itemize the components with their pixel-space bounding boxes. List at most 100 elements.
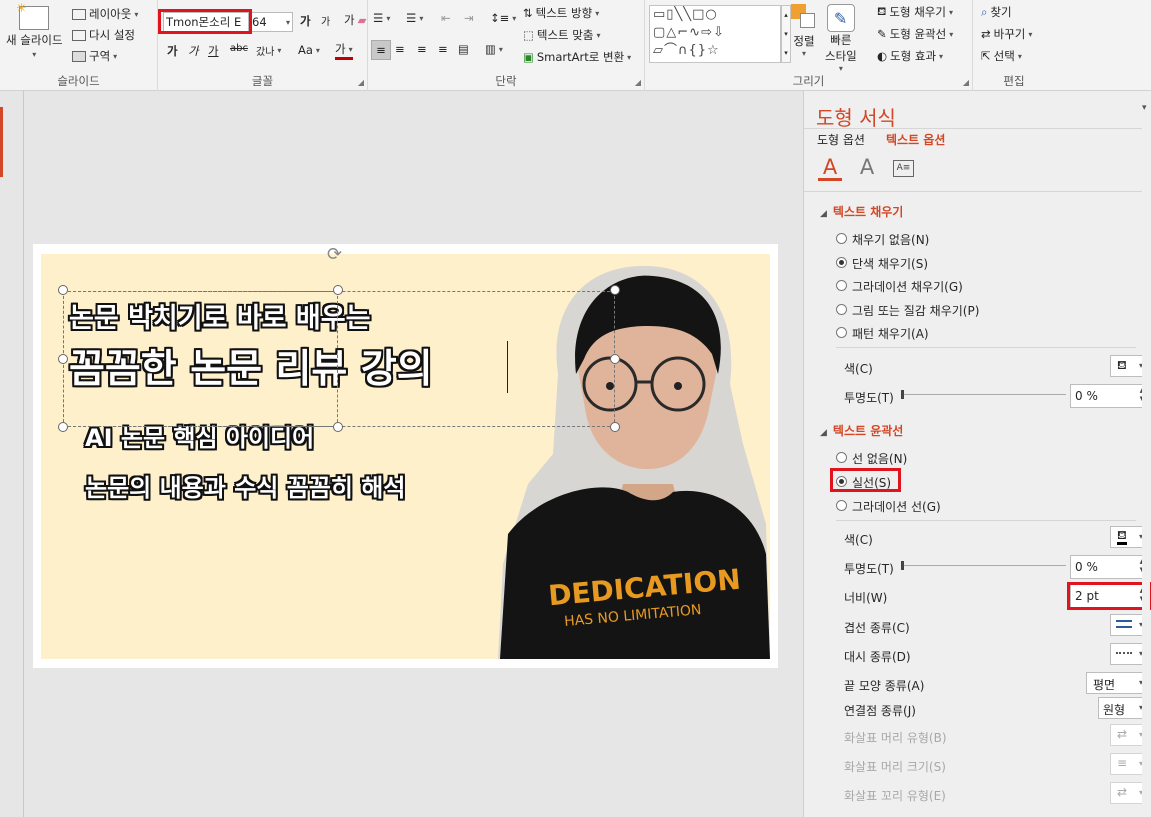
align-right-icon: ≡ bbox=[417, 42, 427, 56]
shapes-gallery[interactable]: ▭▯╲╲□○ ▢△⌐∿⇨⇩ ▱⌒∩{}☆ bbox=[649, 5, 781, 63]
quick-styles-button[interactable]: ✎ 빠른 스타일 ▾ bbox=[825, 4, 857, 73]
paint-bucket-icon: ⛾ bbox=[877, 4, 887, 18]
fill-option[interactable]: 패턴 채우기(A) bbox=[834, 325, 929, 342]
text-fill-header[interactable]: ◢ 텍스트 채우기 bbox=[820, 203, 903, 220]
editing-group: ⌕ 찾기 ⇄ 바꾸기 ▾ ⇱ 선택 ▾ 편집 bbox=[973, 0, 1055, 91]
text-outline-header[interactable]: ◢ 텍스트 윤곽선 bbox=[820, 422, 903, 439]
resize-handle[interactable] bbox=[58, 354, 68, 364]
shape-outline-button[interactable]: ✎ 도형 윤곽선 ▾ bbox=[877, 26, 953, 42]
change-case-button[interactable]: Aa ▾ bbox=[298, 43, 320, 57]
char-spacing-button[interactable]: 갔나 ▾ bbox=[256, 43, 281, 58]
font-color-button[interactable]: 가 ▾ bbox=[335, 41, 353, 60]
tab-text-options[interactable]: 텍스트 옵션 bbox=[886, 131, 945, 148]
replace-button[interactable]: ⇄ 바꾸기 ▾ bbox=[981, 26, 1032, 42]
pencil-icon: ⛾ bbox=[1117, 528, 1127, 545]
justify-button[interactable]: ≡ bbox=[438, 42, 448, 56]
find-button[interactable]: ⌕ 찾기 bbox=[981, 4, 1012, 20]
italic-button[interactable]: 가 bbox=[188, 43, 199, 59]
dialog-launcher-icon[interactable]: ◢ bbox=[358, 78, 364, 87]
columns-button[interactable]: ▥ ▾ bbox=[485, 42, 503, 56]
shrink-font-button[interactable]: 가 bbox=[321, 13, 330, 28]
strikethrough-button[interactable]: abc bbox=[230, 43, 248, 54]
slider-thumb[interactable] bbox=[901, 390, 904, 399]
pane-scrollbar[interactable] bbox=[1142, 128, 1150, 817]
fill-option[interactable]: 단색 채우기(S) bbox=[834, 255, 928, 272]
collapse-icon: ◢ bbox=[820, 209, 827, 219]
line-spacing-button[interactable]: ↕≡ ▾ bbox=[490, 11, 516, 25]
shape-effects-button[interactable]: ◐ 도형 효과 ▾ bbox=[877, 48, 943, 64]
arrange-button[interactable]: 정렬 ▾ bbox=[791, 4, 817, 58]
fill-option[interactable]: 채우기 없음(N) bbox=[834, 231, 929, 248]
arrow-icon: ⇄ bbox=[1117, 785, 1128, 799]
outline-option[interactable]: 선 없음(N) bbox=[834, 450, 907, 467]
font-size-box[interactable]: 64 ▾ bbox=[249, 12, 293, 32]
fill-option[interactable]: 그림 또는 질감 채우기(P) bbox=[834, 302, 979, 319]
cursor-icon: ⇱ bbox=[981, 49, 991, 63]
arrow-end-type-label: 화살표 꼬리 유형(E) bbox=[844, 789, 946, 803]
radio-button[interactable] bbox=[836, 233, 847, 244]
fill-option-label: 그림 또는 질감 채우기(P) bbox=[852, 303, 980, 318]
radio-button[interactable] bbox=[836, 256, 847, 268]
outline-transparency-slider[interactable] bbox=[901, 561, 1066, 570]
tab-shape-options[interactable]: 도형 옵션 bbox=[817, 131, 865, 148]
decrease-indent-button[interactable]: ⇤ bbox=[441, 11, 451, 25]
increase-indent-button[interactable]: ⇥ bbox=[464, 11, 474, 25]
gallery-scroll[interactable]: ▴ ▾ ▾ bbox=[781, 5, 791, 63]
arrange-icon bbox=[791, 4, 817, 30]
smartart-button[interactable]: ▣ SmartArt로 변환 ▾ bbox=[523, 49, 631, 65]
rotate-handle-icon[interactable]: ⟳ bbox=[327, 244, 342, 265]
dialog-launcher-icon[interactable]: ◢ bbox=[635, 78, 641, 87]
reset-button[interactable]: 다시 설정 bbox=[72, 27, 135, 43]
radio-button[interactable] bbox=[836, 452, 847, 463]
dialog-launcher-icon[interactable]: ◢ bbox=[963, 78, 969, 87]
slide-subtitle-line-2[interactable]: 논문의 내용과 수식 꼼꼼히 해석 bbox=[85, 468, 405, 503]
resize-handle[interactable] bbox=[610, 422, 620, 432]
outline-option[interactable]: 그라데이션 선(G) bbox=[834, 498, 941, 515]
numbering-button[interactable]: ☰ ▾ bbox=[406, 11, 423, 25]
distributed-button[interactable]: ▤ bbox=[458, 42, 469, 56]
slide-canvas[interactable]: DEDICATION HAS NO LIMITATION 논문 박치기로 바로 … bbox=[33, 244, 778, 668]
resize-handle[interactable] bbox=[58, 422, 68, 432]
fill-transparency-input[interactable]: 0 %▲▼ bbox=[1070, 384, 1148, 408]
clear-format-button[interactable]: 가 ▰ bbox=[344, 12, 366, 28]
join-type-dropdown[interactable]: 원형 ▾ bbox=[1098, 697, 1148, 719]
textbox-icon[interactable]: A≡ bbox=[893, 160, 914, 177]
resize-handle[interactable] bbox=[333, 285, 343, 295]
shape-icons: ▭▯╲╲□○ ▢△⌐∿⇨⇩ ▱⌒∩{}☆ bbox=[653, 7, 725, 58]
select-button[interactable]: ⇱ 선택 ▾ bbox=[981, 48, 1022, 64]
pane-options-icon[interactable]: ▾ bbox=[1142, 103, 1147, 113]
align-text-button[interactable]: ⬚ 텍스트 맞춤 ▾ bbox=[523, 27, 600, 43]
resize-handle[interactable] bbox=[610, 354, 620, 364]
text-effects-icon[interactable]: A bbox=[856, 155, 878, 181]
layout-icon bbox=[72, 8, 86, 20]
align-text-icon: ⬚ bbox=[523, 28, 534, 42]
shape-fill-button[interactable]: ⛾ 도형 채우기 ▾ bbox=[877, 4, 953, 20]
text-direction-button[interactable]: ⇅ 텍스트 방향 ▾ bbox=[523, 5, 599, 21]
bullets-button[interactable]: ☰ ▾ bbox=[373, 11, 390, 25]
new-slide-button[interactable]: ✳ 새 슬라이드 ▾ bbox=[6, 1, 63, 59]
radio-button[interactable] bbox=[836, 303, 847, 315]
fill-transparency-slider[interactable] bbox=[901, 390, 1066, 399]
slider-thumb[interactable] bbox=[901, 561, 904, 570]
grow-font-button[interactable]: 가 bbox=[300, 13, 311, 29]
resize-handle[interactable] bbox=[610, 285, 620, 295]
cap-type-dropdown[interactable]: 평면 ▾ bbox=[1086, 672, 1148, 694]
underline-button[interactable]: 가 bbox=[208, 43, 219, 59]
radio-button[interactable] bbox=[836, 280, 847, 291]
layout-button[interactable]: 레이아웃 ▾ bbox=[72, 6, 138, 22]
section-button[interactable]: 구역 ▾ bbox=[72, 48, 117, 64]
radio-button[interactable] bbox=[836, 500, 847, 511]
outline-transparency-input[interactable]: 0 %▲▼ bbox=[1070, 555, 1148, 579]
align-center-button[interactable]: ≡ bbox=[395, 42, 405, 56]
width-highlight bbox=[1067, 582, 1151, 610]
decrease-indent-icon: ⇤ bbox=[441, 11, 451, 25]
text-fill-outline-icon[interactable]: A bbox=[818, 155, 842, 181]
align-right-button[interactable]: ≡ bbox=[417, 42, 427, 56]
thumbnail-strip[interactable] bbox=[0, 91, 24, 817]
bold-button[interactable]: 가 bbox=[167, 43, 178, 59]
resize-handle[interactable] bbox=[58, 285, 68, 295]
fill-option[interactable]: 그라데이션 채우기(G) bbox=[834, 278, 963, 295]
resize-handle[interactable] bbox=[333, 422, 343, 432]
align-left-button[interactable]: ≡ bbox=[371, 40, 391, 60]
radio-button[interactable] bbox=[836, 327, 847, 338]
